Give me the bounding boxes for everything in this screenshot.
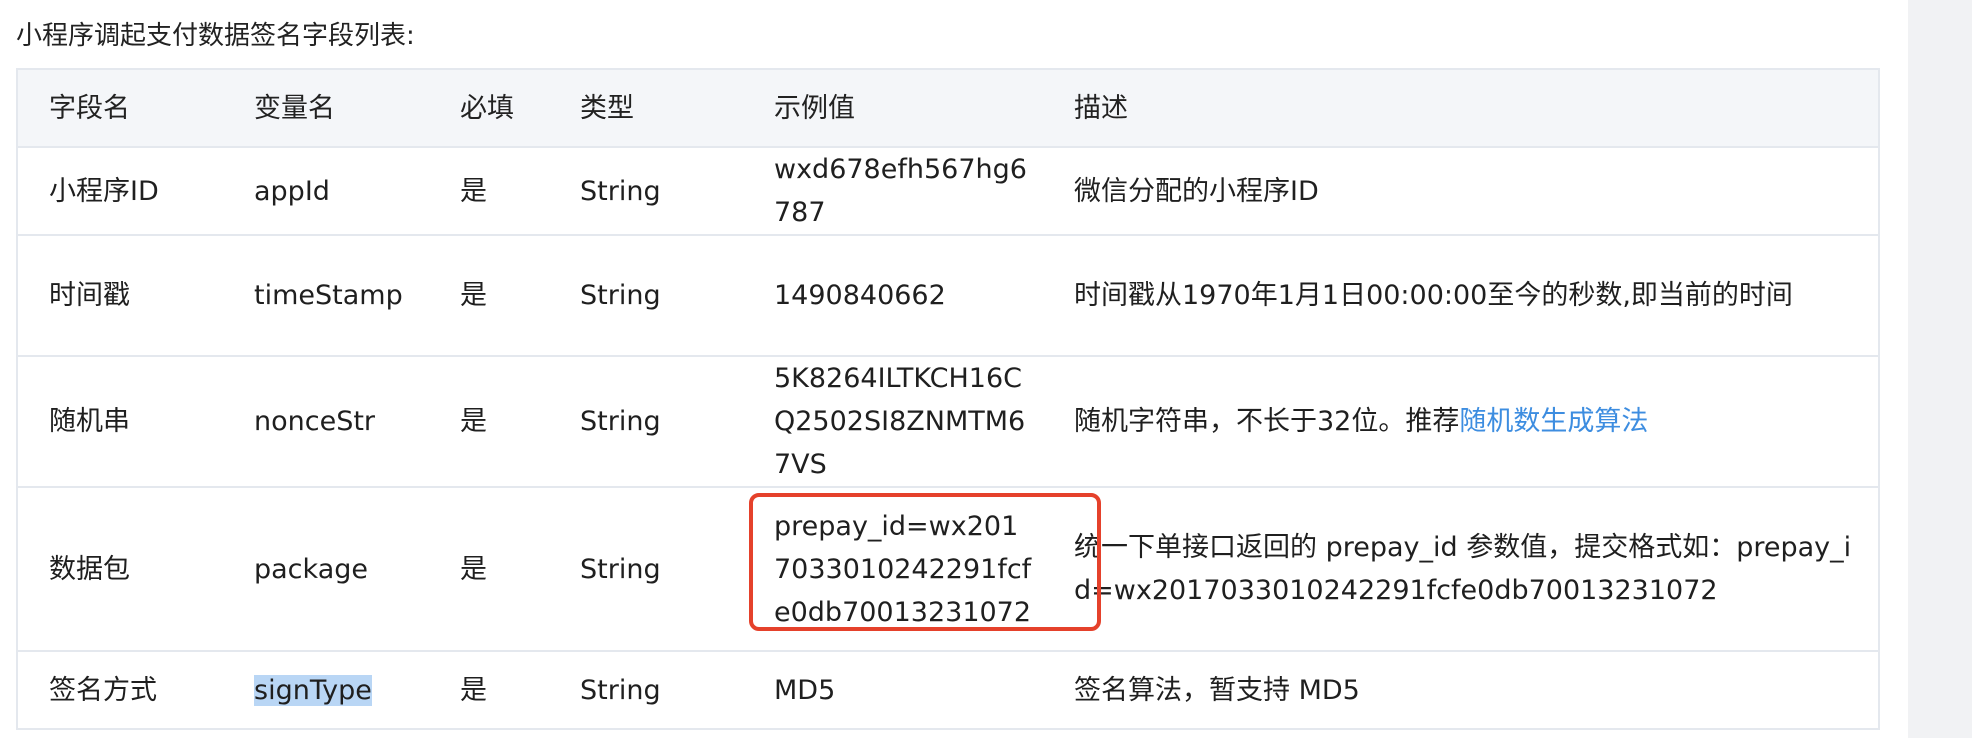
cell-type: String (549, 146, 743, 236)
header-description: 描述 (1043, 68, 1880, 148)
cell-description: 随机字符串，不长于32位。推荐随机数生成算法 (1043, 355, 1880, 488)
cell-variable: nonceStr (223, 355, 429, 488)
table-row: 小程序ID appId 是 String wxd678efh567hg6787 … (16, 146, 1880, 236)
cell-description: 时间戳从1970年1月1日00:00:00至今的秒数,即当前的时间 (1043, 234, 1880, 357)
selected-text: signType (254, 674, 372, 706)
page-heading: 小程序调起支付数据签名字段列表: (16, 21, 415, 51)
page-side-margin (1908, 0, 1972, 738)
cell-required: 是 (429, 355, 549, 488)
cell-description: 签名算法，暂支持 MD5 (1043, 650, 1880, 730)
cell-type: String (549, 486, 743, 652)
header-field-name: 字段名 (16, 68, 223, 148)
header-required: 必填 (429, 68, 549, 148)
table-header: 字段名 变量名 必填 类型 示例值 描述 (16, 68, 1880, 148)
cell-description: 统一下单接口返回的 prepay_id 参数值，提交格式如：prepay_id=… (1043, 486, 1880, 652)
cell-required: 是 (429, 650, 549, 730)
header-type: 类型 (549, 68, 743, 148)
cell-field-name: 小程序ID (16, 146, 223, 236)
table-row: 时间戳 timeStamp 是 String 1490840662 时间戳从19… (16, 234, 1880, 357)
cell-description: 微信分配的小程序ID (1043, 146, 1880, 236)
cell-type: String (549, 650, 743, 730)
header-variable: 变量名 (223, 68, 429, 148)
cell-field-name: 时间戳 (16, 234, 223, 357)
cell-example: MD5 (743, 650, 1043, 730)
cell-required: 是 (429, 234, 549, 357)
cell-field-name: 数据包 (16, 486, 223, 652)
cell-type: String (549, 355, 743, 488)
header-example: 示例值 (743, 68, 1043, 148)
header-row: 字段名 变量名 必填 类型 示例值 描述 (16, 68, 1880, 148)
cell-example: wxd678efh567hg6787 (743, 146, 1043, 236)
cell-required: 是 (429, 146, 549, 236)
description-text: 随机字符串，不长于32位。推荐 (1074, 406, 1460, 437)
cell-variable: appId (223, 146, 429, 236)
table-row: 数据包 package 是 String prepay_id=wx2017033… (16, 486, 1880, 652)
table-row: 签名方式 signType 是 String MD5 签名算法，暂支持 MD5 (16, 650, 1880, 730)
cell-variable: package (223, 486, 429, 652)
cell-variable: signType (223, 650, 429, 730)
cell-required: 是 (429, 486, 549, 652)
cell-field-name: 随机串 (16, 355, 223, 488)
cell-example: 5K8264ILTKCH16CQ2502SI8ZNMTM67VS (743, 355, 1043, 488)
cell-variable: timeStamp (223, 234, 429, 357)
table-row: 随机串 nonceStr 是 String 5K8264ILTKCH16CQ25… (16, 355, 1880, 488)
cell-example: prepay_id=wx2017033010242291fcfe0db70013… (743, 486, 1101, 652)
cell-example: 1490840662 (743, 234, 1043, 357)
cell-type: String (549, 234, 743, 357)
random-algorithm-link[interactable]: 随机数生成算法 (1459, 406, 1648, 437)
cell-field-name: 签名方式 (16, 650, 223, 730)
annotated-example: prepay_id=wx2017033010242291fcfe0db70013… (749, 492, 1101, 634)
signature-fields-table: 字段名 变量名 必填 类型 示例值 描述 小程序ID appId 是 Strin… (16, 68, 1880, 730)
package-example-value: prepay_id=wx2017033010242291fcfe0db70013… (774, 510, 1032, 628)
